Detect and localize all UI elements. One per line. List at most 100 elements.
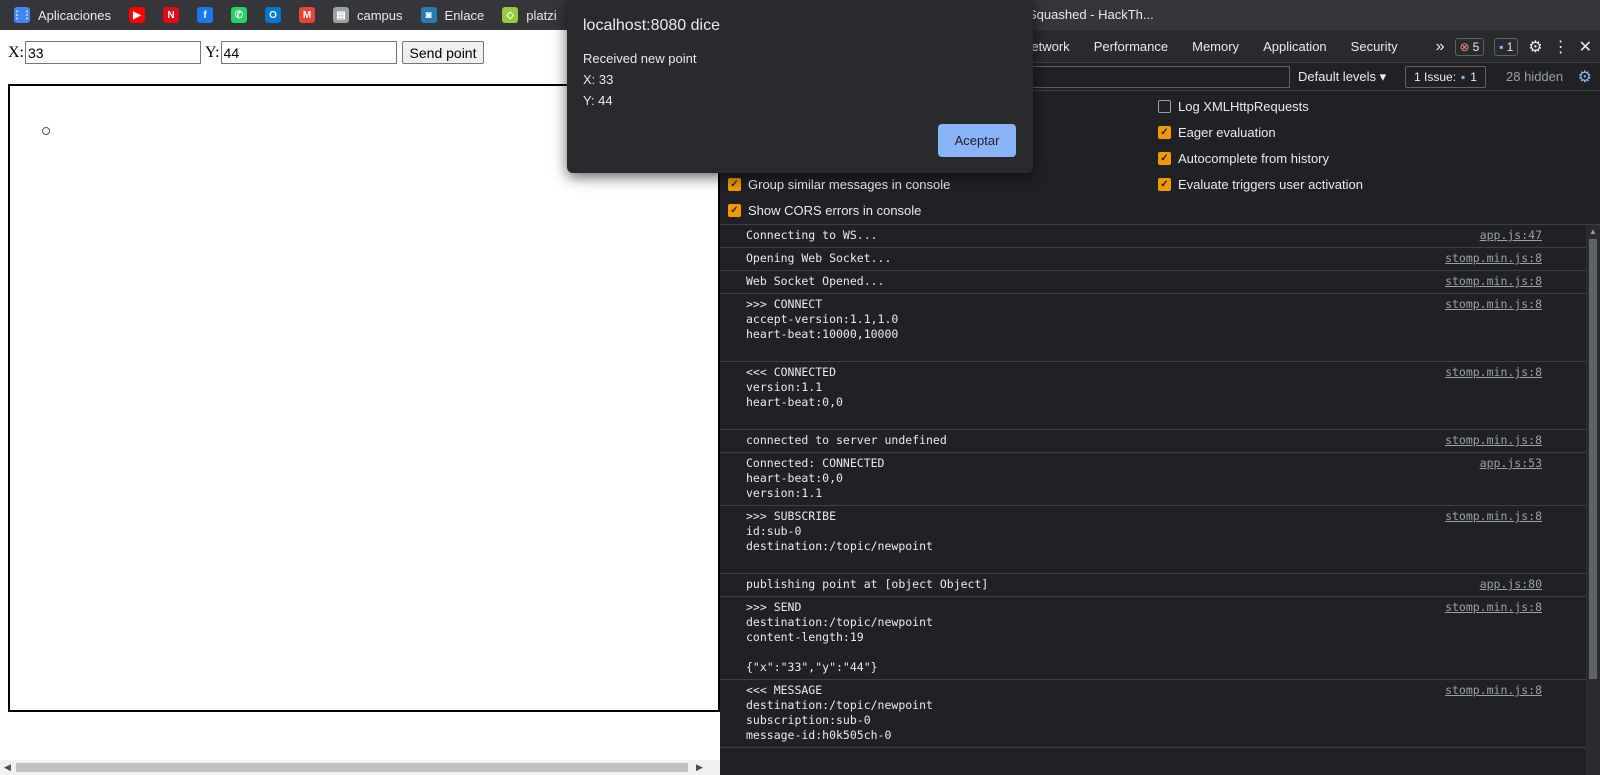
messages-count: 1: [1506, 39, 1514, 54]
dialog-body: Received new point X: 33 Y: 44: [583, 48, 696, 111]
console-settings-icon[interactable]: ⚙: [1578, 67, 1592, 87]
console-message: Connected: CONNECTED heart-beat:0,0 vers…: [720, 453, 1586, 506]
drawing-canvas[interactable]: [8, 84, 720, 712]
checkbox-unchecked-icon[interactable]: [1158, 100, 1171, 113]
console-message: >>> SEND destination:/topic/newpoint con…: [720, 597, 1586, 680]
checkbox-checked-icon[interactable]: ✓: [728, 178, 741, 191]
scroll-left-icon[interactable]: ◀: [4, 762, 11, 773]
bookmark-netflix[interactable]: N: [163, 7, 179, 23]
setting-label: Log XMLHttpRequests: [1178, 99, 1309, 114]
kebab-menu-icon[interactable]: ⋮: [1553, 37, 1569, 57]
tab-title[interactable]: Squashed - HackTh...: [1028, 7, 1154, 22]
send-point-button[interactable]: Send point: [401, 41, 485, 64]
bookmark-label: Aplicaciones: [38, 7, 111, 23]
console-message: >>> CONNECT accept-version:1.1,1.0 heart…: [720, 294, 1586, 362]
bookmark-aplicaciones[interactable]: ⋮⋮ Aplicaciones: [12, 7, 111, 23]
messages-badge[interactable]: ▪ 1: [1494, 37, 1519, 56]
whatsapp-icon: ✆: [231, 7, 247, 23]
errors-count: 5: [1472, 39, 1480, 54]
console-source-link[interactable]: app.js:53: [1480, 456, 1542, 471]
facebook-icon: f: [197, 7, 213, 23]
scroll-up-icon[interactable]: ▲: [1589, 227, 1597, 236]
console-source-link[interactable]: stomp.min.js:8: [1445, 297, 1542, 312]
point-form: X: Y: Send point: [8, 41, 485, 64]
bookmark-campus[interactable]: ▤ campus: [333, 7, 403, 23]
console-message-text: Opening Web Socket...: [746, 251, 892, 265]
apps-grid-icon: ⋮⋮: [12, 7, 32, 23]
message-icon: ▪: [1499, 39, 1504, 54]
setting-checkbox[interactable]: ✓ Autocomplete from history: [1158, 151, 1329, 166]
accept-button[interactable]: Aceptar: [938, 124, 1016, 157]
setting-label: Group similar messages in console: [748, 177, 951, 192]
issues-button[interactable]: 1 Issue: ▪ 1: [1405, 66, 1486, 88]
devtools-tab-memory[interactable]: Memory: [1180, 39, 1251, 54]
setting-checkbox[interactable]: ✓ Eager evaluation: [1158, 125, 1276, 140]
issue-message-icon: ▪: [1461, 70, 1466, 84]
setting-checkbox[interactable]: ✓ Evaluate triggers user activation: [1158, 177, 1363, 192]
console-source-link[interactable]: app.js:47: [1480, 228, 1542, 243]
y-label: Y:: [205, 43, 220, 61]
devtools-tab-security[interactable]: Security: [1339, 39, 1410, 54]
checkbox-checked-icon[interactable]: ✓: [1158, 152, 1171, 165]
bookmark-whatsapp[interactable]: ✆: [231, 7, 247, 23]
bookmark-gmail[interactable]: M: [299, 7, 315, 23]
setting-label: Evaluate triggers user activation: [1178, 177, 1363, 192]
devtools-tab-performance[interactable]: Performance: [1082, 39, 1180, 54]
console-message: Opening Web Socket... stomp.min.js:8: [720, 248, 1586, 271]
dialog-message-line: Received new point: [583, 51, 697, 66]
console-message: >>> SUBSCRIBE id:sub-0 destination:/topi…: [720, 506, 1586, 574]
console-source-link[interactable]: stomp.min.js:8: [1445, 365, 1542, 380]
console-source-link[interactable]: stomp.min.js:8: [1445, 600, 1542, 615]
hidden-count: 28 hidden: [1506, 69, 1564, 84]
checkbox-checked-icon[interactable]: ✓: [1158, 126, 1171, 139]
console-source-link[interactable]: stomp.min.js:8: [1445, 251, 1542, 266]
x-input[interactable]: [25, 41, 201, 64]
y-input[interactable]: [220, 41, 397, 64]
bookmark-outlook[interactable]: O: [265, 7, 281, 23]
console-message: connected to server undefined stomp.min.j…: [720, 430, 1586, 453]
checkbox-checked-icon[interactable]: ✓: [1158, 178, 1171, 191]
console-message-text: connected to server undefined: [746, 433, 947, 447]
bookmark-platzi[interactable]: ◇ platzi: [502, 7, 557, 23]
console-message-text: >>> SUBSCRIBE id:sub-0 destination:/topi…: [746, 509, 933, 553]
more-tabs-icon[interactable]: »: [1436, 38, 1445, 56]
console-message-text: >>> CONNECT accept-version:1.1,1.0 heart…: [746, 297, 899, 341]
close-devtools-icon[interactable]: ✕: [1579, 37, 1592, 57]
bookmark-youtube[interactable]: ▶: [129, 7, 145, 23]
settings-gear-icon[interactable]: ⚙: [1528, 37, 1542, 57]
bookmark-facebook[interactable]: f: [197, 7, 213, 23]
errors-badge[interactable]: ⊗ 5: [1454, 37, 1485, 56]
bookmark-enlace[interactable]: ◙ Enlace: [420, 7, 485, 23]
setting-label: Show CORS errors in console: [748, 203, 922, 218]
scroll-right-icon[interactable]: ▶: [696, 762, 703, 773]
outlook-icon: O: [265, 7, 281, 23]
x-label: X:: [8, 43, 24, 61]
bookmark-label: campus: [357, 7, 403, 23]
bookmark-label: platzi: [526, 7, 557, 23]
console-message-text: Connecting to WS...: [746, 228, 878, 242]
bookmark-label: Enlace: [444, 7, 485, 23]
console-message: <<< CONNECTED version:1.1 heart-beat:0,0…: [720, 362, 1586, 430]
setting-checkbox[interactable]: ✓ Group similar messages in console: [728, 177, 950, 192]
console-source-link[interactable]: app.js:80: [1480, 577, 1542, 592]
enlace-icon: ◙: [420, 7, 437, 23]
console-source-link[interactable]: stomp.min.js:8: [1445, 683, 1542, 698]
default-levels-dropdown[interactable]: Default levels ▾: [1298, 69, 1386, 85]
console-message-text: Connected: CONNECTED heart-beat:0,0 vers…: [746, 456, 885, 500]
vertical-scrollbar[interactable]: ▲: [1586, 225, 1600, 775]
dialog-y-line: Y: 44: [583, 93, 613, 108]
console-source-link[interactable]: stomp.min.js:8: [1445, 509, 1542, 524]
horizontal-scroll-thumb[interactable]: [16, 763, 688, 772]
issue-count: 1: [1470, 70, 1477, 84]
drawn-point: [42, 127, 50, 135]
horizontal-scrollbar[interactable]: ◀ ▶: [0, 760, 720, 775]
console-message-text: Web Socket Opened...: [746, 274, 885, 288]
vertical-scroll-thumb[interactable]: [1589, 239, 1597, 679]
console-source-link[interactable]: stomp.min.js:8: [1445, 433, 1542, 448]
console-source-link[interactable]: stomp.min.js:8: [1445, 274, 1542, 289]
checkbox-checked-icon[interactable]: ✓: [728, 204, 741, 217]
alert-dialog: localhost:8080 dice Received new point X…: [567, 0, 1033, 173]
devtools-tab-application[interactable]: Application: [1251, 39, 1339, 54]
setting-checkbox[interactable]: ✓ Show CORS errors in console: [728, 203, 921, 218]
setting-checkbox[interactable]: Log XMLHttpRequests: [1158, 99, 1309, 114]
